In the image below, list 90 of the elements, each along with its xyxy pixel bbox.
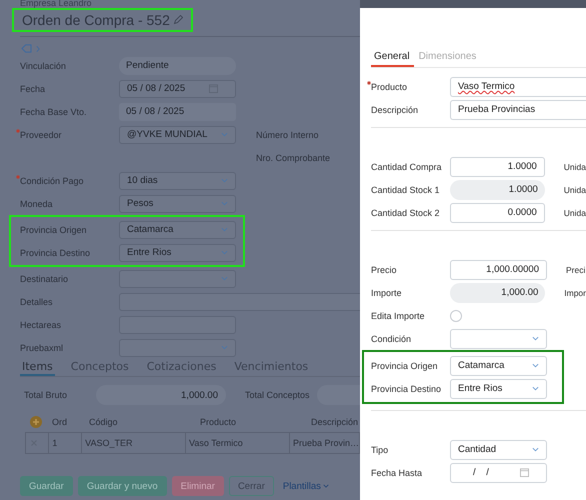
action-button[interactable]: Eliminar [172, 476, 224, 496]
field-label: Precio [371, 264, 397, 274]
dropdown[interactable]: Cantidad [450, 440, 547, 460]
chevron-down-icon [532, 363, 539, 368]
readonly-field: 1.0000 [450, 180, 545, 200]
field-label: Condición [371, 334, 412, 344]
action-button[interactable]: Guardar y nuevo [78, 476, 167, 496]
add-icon[interactable] [30, 416, 42, 428]
field-label: Unida [564, 184, 586, 194]
dropdown[interactable]: Entre Rios [450, 378, 547, 398]
field-label: Provincia Destino [20, 248, 90, 258]
dropdown[interactable] [119, 338, 236, 356]
total-field: 1,000.00 [96, 385, 226, 405]
tag-icon[interactable] [21, 44, 32, 53]
tab[interactable]: Items [20, 359, 55, 376]
chevron-down-icon [221, 178, 228, 183]
field-label: Provincia Origen [371, 360, 438, 370]
field-label: Cantidad Compra [371, 162, 442, 172]
field-label: Descripción [371, 104, 418, 114]
table-cell: Vaso Termico [186, 433, 290, 453]
field-label: Número Interno [256, 130, 319, 140]
field-label: Tipo [371, 444, 388, 454]
pencil-icon[interactable] [172, 15, 183, 25]
chevron-down-icon [221, 227, 228, 232]
input-field[interactable] [119, 292, 360, 310]
field-label: Cantidad Stock 1 [371, 184, 440, 194]
calendar-icon [520, 468, 529, 477]
page-title: Orden de Compra - 552 [22, 12, 170, 28]
field-label: Impor [564, 288, 586, 298]
chevron-down-icon [322, 484, 329, 488]
field-label: Producto [371, 82, 408, 92]
field-label: Fecha [20, 84, 46, 94]
chevron-down-icon [221, 345, 228, 350]
tab[interactable]: General [371, 49, 414, 67]
field-label: Edita Importe [371, 310, 425, 320]
column-header: Producto [199, 417, 238, 427]
field-label: Nro. Comprobante [256, 152, 330, 162]
field-label: Destinatario [20, 274, 68, 284]
field-label: Proveedor [20, 130, 62, 140]
input-field[interactable]: Prueba Provincias [450, 100, 586, 120]
table-cell: VASO_TER [82, 433, 186, 453]
field-label: Fecha Hasta [371, 468, 422, 478]
field-label: Fecha Base Vto. [20, 106, 87, 116]
dropdown[interactable]: Catamarca [450, 356, 547, 376]
field-label: Detalles [20, 296, 53, 306]
dropdown[interactable]: Catamarca [119, 220, 236, 238]
dropdown[interactable]: @YVKE MUNDIAL [119, 126, 236, 144]
field-label: Preci [566, 264, 586, 274]
total-label: Total Bruto [24, 390, 68, 400]
date-field[interactable]: 05 / 08 / 2025 [119, 80, 236, 98]
readonly-field: 1,000.00 [450, 282, 546, 302]
chevron-down-icon [532, 386, 539, 391]
field-label: Unida [564, 208, 586, 218]
dropdown[interactable] [119, 270, 236, 288]
field-label: Pruebaxml [20, 342, 64, 352]
field-label: Vinculación [20, 60, 66, 70]
field-label: Importe [371, 288, 402, 298]
number-field[interactable]: 0.0000 [450, 202, 545, 222]
dropdown[interactable]: Entre Rios [119, 244, 236, 262]
chevron-right-icon[interactable] [36, 44, 40, 52]
templates-link[interactable]: Plantillas [278, 476, 333, 496]
chevron-down-icon [532, 447, 539, 452]
action-button[interactable]: Guardar [20, 476, 73, 496]
chevron-down-icon [532, 336, 539, 341]
input-field[interactable]: Vaso Termico [450, 76, 586, 96]
chevron-down-icon [221, 276, 228, 281]
tab[interactable]: Dimensiones [416, 49, 480, 67]
table-cell: 1 [49, 433, 82, 453]
dropdown[interactable]: Pesos [119, 194, 236, 212]
date-field[interactable]: / / [450, 462, 547, 482]
column-header: Ord [51, 417, 68, 427]
chevron-down-icon [221, 201, 228, 206]
column-header: Descripción [310, 417, 360, 427]
field-label: Cantidad Stock 2 [371, 208, 440, 218]
radio-button[interactable] [450, 310, 462, 322]
field-label: Provincia Destino [371, 384, 442, 394]
field-label: Condición Pago [20, 176, 84, 186]
field-label: Hectareas [20, 320, 62, 330]
number-field[interactable]: 1,000.00000 [450, 260, 547, 280]
field-label: Moneda [20, 198, 53, 208]
chevron-down-icon [221, 132, 228, 137]
field-label: Unida [564, 162, 586, 172]
field-label: Provincia Origen [20, 224, 87, 234]
total-label: Total Conceptos [245, 390, 311, 400]
dropdown[interactable]: 10 dias [119, 172, 236, 190]
chevron-down-icon [221, 250, 228, 255]
number-field[interactable]: 1.0000 [450, 156, 545, 176]
readonly-field: 05 / 08 / 2025 [119, 102, 236, 120]
column-header: Código [88, 417, 119, 427]
status-field: Pendiente [119, 56, 236, 74]
